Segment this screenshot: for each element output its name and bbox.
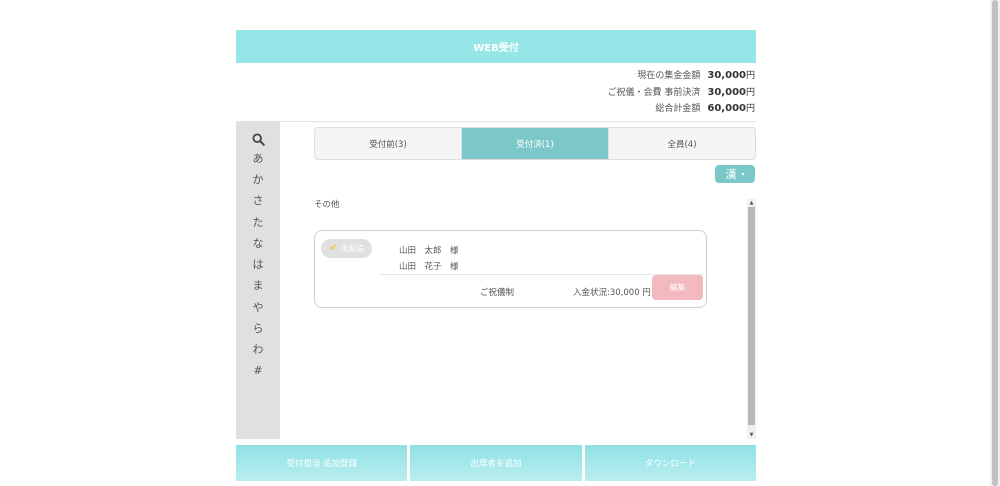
footer-actions: 受付担当 追加登録 出席者を追加 ダウンロード: [236, 445, 756, 481]
summary-label: 総合計金額: [655, 104, 701, 114]
scroll-thumb[interactable]: [748, 207, 755, 425]
guest-name: 山田 花子 様: [399, 262, 459, 272]
kana-index-ka[interactable]: か: [253, 168, 264, 189]
summary-unit: 円: [745, 104, 755, 114]
group-heading: その他: [314, 200, 340, 210]
scroll-up-arrow-icon[interactable]: ▲: [747, 199, 756, 207]
kana-index-ma[interactable]: ま: [253, 275, 264, 296]
status-tabs: 受付前(3) 受付済(1) 全員(4): [314, 127, 756, 160]
guest-name: 山田 太郎 様: [399, 246, 459, 256]
summary-label: 現在の集金金額: [637, 71, 701, 81]
amount-summary: 現在の集金金額 30,000 円 ご祝儀・会費 事前決済 30,000 円 総合…: [236, 68, 756, 118]
kana-index-ya[interactable]: や: [253, 296, 264, 317]
summary-value: 60,000: [707, 103, 746, 114]
kana-index-wa[interactable]: わ: [253, 339, 264, 360]
page-scroll-thumb[interactable]: [992, 0, 998, 486]
kana-index-other[interactable]: #: [253, 360, 262, 381]
summary-unit: 円: [745, 87, 755, 98]
kana-index-a[interactable]: あ: [253, 147, 264, 168]
status-badge-label: 未返信: [340, 244, 365, 253]
download-button[interactable]: ダウンロード: [584, 445, 756, 481]
guest-card: ✔ 未返信 山田 太郎 様 山田 花子 様 ご祝儀制 入金状況:30,000 円…: [314, 230, 707, 308]
tab-before-reception[interactable]: 受付前(3): [315, 128, 462, 159]
kana-index-ra[interactable]: ら: [253, 317, 264, 338]
tab-all[interactable]: 全員(4): [609, 128, 755, 159]
summary-row-current: 現在の集金金額 30,000 円: [236, 68, 756, 85]
summary-row-total: 総合計金額 60,000 円: [236, 101, 756, 118]
page-scrollbar[interactable]: [990, 0, 1000, 486]
check-icon: ✔: [328, 243, 338, 254]
summary-value: 30,000: [707, 70, 746, 81]
kana-index-ta[interactable]: た: [253, 211, 264, 232]
status-badge: ✔ 未返信: [321, 239, 372, 258]
summary-unit: 円: [745, 71, 755, 81]
summary-label: ご祝儀・会費 事前決済: [607, 87, 701, 98]
page-header: WEB受付: [236, 30, 756, 63]
scroll-down-arrow-icon[interactable]: ▼: [747, 431, 756, 439]
search-icon[interactable]: [251, 131, 265, 147]
kana-index-ha[interactable]: は: [253, 253, 264, 274]
payment-status-text: 入金状況:30,000 円: [573, 288, 651, 298]
kana-index-sa[interactable]: さ: [253, 190, 264, 211]
chevron-down-icon: ▾: [741, 170, 745, 178]
add-attendee-button[interactable]: 出席者を追加: [410, 445, 582, 481]
summary-value: 30,000: [707, 86, 746, 98]
add-reception-staff-button[interactable]: 受付担当 追加登録: [236, 445, 408, 481]
kanji-dropdown-label: 漢: [725, 168, 737, 181]
list-scrollbar[interactable]: ▲ ▼: [747, 199, 756, 439]
kana-index-na[interactable]: な: [253, 232, 264, 253]
kanji-sort-dropdown[interactable]: 漢 ▾: [715, 165, 755, 183]
page-title: WEB受付: [473, 43, 519, 54]
divider: [236, 121, 756, 122]
gift-type-text: ご祝儀制: [480, 288, 515, 298]
edit-button[interactable]: 編集: [652, 275, 703, 300]
kana-index-sidebar: あ か さ た な は ま や ら わ #: [236, 122, 280, 439]
tab-received[interactable]: 受付済(1): [462, 128, 609, 159]
summary-row-prepaid: ご祝儀・会費 事前決済 30,000 円: [236, 85, 756, 102]
